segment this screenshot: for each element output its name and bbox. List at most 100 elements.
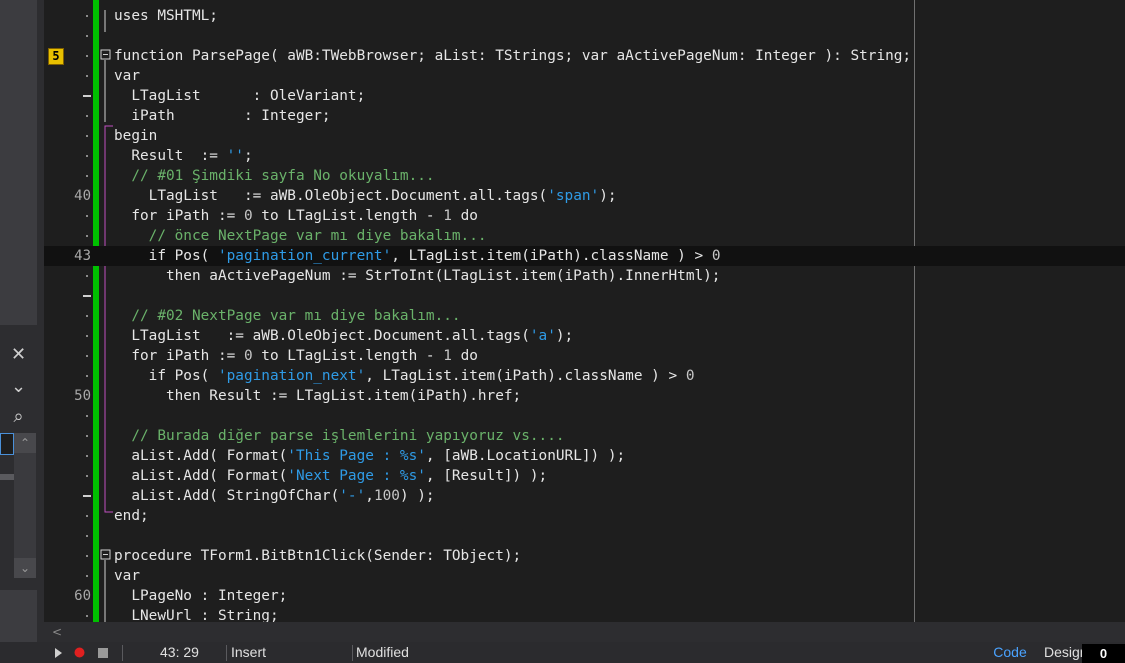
- code-line[interactable]: then aActivePageNum := StrToInt(LTagList…: [44, 266, 1125, 286]
- code-line[interactable]: procedure TForm1.BitBtn1Click(Sender: TO…: [44, 546, 1125, 566]
- insert-mode[interactable]: Insert: [231, 642, 266, 663]
- code-text: var: [114, 568, 140, 584]
- gutter-dash: [83, 95, 91, 97]
- gutter-dot: [86, 135, 88, 137]
- status-separator: [352, 645, 353, 661]
- code-line[interactable]: var: [44, 66, 1125, 86]
- code-line[interactable]: 40 LTagList := aWB.OleObject.Document.al…: [44, 186, 1125, 206]
- panel-scrollbar[interactable]: [14, 433, 36, 578]
- gutter-dot: [86, 475, 88, 477]
- code-text: aList.Add( Format('Next Page : %s', [Res…: [114, 468, 548, 484]
- code-line[interactable]: begin: [44, 126, 1125, 146]
- scroll-up-button[interactable]: ⌃: [14, 433, 36, 453]
- code-line[interactable]: LTagList := aWB.OleObject.Document.all.t…: [44, 326, 1125, 346]
- gutter-dot: [86, 235, 88, 237]
- code-line[interactable]: uses MSHTML;: [44, 6, 1125, 26]
- code-editor[interactable]: uses MSHTML; 5 function ParsePage( aWB:T…: [44, 0, 1125, 622]
- code-line[interactable]: for iPath := 0 to LTagList.length - 1 do: [44, 206, 1125, 226]
- code-text: Result := '';: [114, 148, 253, 164]
- code-comment: // önce NextPage var mı diye bakalım...: [114, 228, 487, 244]
- cursor-position: 43: 29: [160, 644, 199, 660]
- code-line[interactable]: for iPath := 0 to LTagList.length - 1 do: [44, 346, 1125, 366]
- search-icon[interactable]: ⌕: [0, 402, 37, 432]
- search-input[interactable]: [0, 433, 14, 455]
- code-comment: // #01 Şimdiki sayfa No okuyalım...: [114, 168, 435, 184]
- code-text: procedure TForm1.BitBtn1Click(Sender: TO…: [114, 548, 522, 564]
- horizontal-scrollbar[interactable]: <: [44, 622, 1125, 642]
- code-comment: // #02 NextPage var mı diye bakalım...: [114, 308, 461, 324]
- line-number: 40: [74, 188, 91, 204]
- code-line[interactable]: end;: [44, 506, 1125, 526]
- play-icon[interactable]: [52, 647, 64, 659]
- code-line[interactable]: LNewUrl : String;: [44, 606, 1125, 622]
- code-line[interactable]: iPath : Integer;: [44, 106, 1125, 126]
- code-line-current[interactable]: 43 if Pos( 'pagination_current', LTagLis…: [44, 246, 1125, 266]
- gutter-dot: [86, 315, 88, 317]
- code-line[interactable]: aList.Add( StringOfChar('-',100) );: [44, 486, 1125, 506]
- code-text: if Pos( 'pagination_current', LTagList.i…: [114, 248, 721, 264]
- modified-status: Modified: [356, 644, 409, 660]
- status-bar: 43: 29 Insert Modified Code Design 0: [0, 642, 1125, 663]
- code-text: iPath : Integer;: [114, 108, 331, 124]
- gutter-dot: [86, 555, 88, 557]
- gutter-dot: [86, 435, 88, 437]
- code-text: begin: [114, 128, 158, 144]
- gutter-dot: [86, 355, 88, 357]
- code-line[interactable]: // Burada diğer parse işlemlerini yapıyo…: [44, 426, 1125, 446]
- code-text: aList.Add( Format('This Page : %s', [aWB…: [114, 448, 626, 464]
- left-dock-panel: ✕ ⌄ ⌕ ⌃ ⌄: [0, 0, 44, 663]
- code-line[interactable]: aList.Add( Format('Next Page : %s', [Res…: [44, 466, 1125, 486]
- code-line[interactable]: [44, 406, 1125, 426]
- code-line[interactable]: 5 function ParsePage( aWB:TWebBrowser; a…: [44, 46, 1125, 66]
- gutter-dot: [86, 415, 88, 417]
- code-line[interactable]: if Pos( 'pagination_next', LTagList.item…: [44, 366, 1125, 386]
- stop-icon[interactable]: [97, 647, 109, 659]
- tab-design[interactable]: Design: [1044, 642, 1084, 663]
- tab-code[interactable]: Code: [986, 642, 1034, 663]
- gutter-dot: [86, 35, 88, 37]
- gutter-dot: [86, 375, 88, 377]
- code-text: for iPath := 0 to LTagList.length - 1 do: [114, 208, 478, 224]
- code-text: LTagList := aWB.OleObject.Document.all.t…: [114, 328, 574, 344]
- code-line[interactable]: var: [44, 566, 1125, 586]
- code-text: uses MSHTML;: [114, 8, 218, 24]
- gutter-dot: [86, 15, 88, 17]
- code-text: var: [114, 68, 140, 84]
- gutter-dash: [83, 295, 91, 297]
- gutter-dot: [86, 515, 88, 517]
- close-icon[interactable]: ✕: [0, 340, 37, 370]
- code-line[interactable]: [44, 526, 1125, 546]
- gutter-dot: [86, 55, 88, 57]
- gutter-dot: [86, 215, 88, 217]
- code-line[interactable]: // #01 Şimdiki sayfa No okuyalım...: [44, 166, 1125, 186]
- scroll-down-button[interactable]: ⌄: [14, 558, 36, 578]
- code-text: for iPath := 0 to LTagList.length - 1 do: [114, 348, 478, 364]
- code-line[interactable]: Result := '';: [44, 146, 1125, 166]
- status-separator: [122, 645, 123, 661]
- record-icon[interactable]: [73, 646, 86, 659]
- code-text: LTagList : OleVariant;: [114, 88, 366, 104]
- code-text: end;: [114, 508, 149, 524]
- code-text: then aActivePageNum := StrToInt(LTagList…: [114, 268, 721, 284]
- panel-splitter[interactable]: [0, 474, 14, 480]
- code-text: aList.Add( StringOfChar('-',100) );: [114, 488, 435, 504]
- bookmark-icon[interactable]: 5: [48, 48, 64, 65]
- chevron-down-icon[interactable]: ⌄: [0, 372, 37, 402]
- code-line[interactable]: // #02 NextPage var mı diye bakalım...: [44, 306, 1125, 326]
- status-separator: [226, 645, 227, 661]
- code-text: LNewUrl : String;: [114, 608, 279, 622]
- code-line[interactable]: [44, 26, 1125, 46]
- code-line[interactable]: 60 LPageNo : Integer;: [44, 586, 1125, 606]
- code-line[interactable]: // önce NextPage var mı diye bakalım...: [44, 226, 1125, 246]
- chevron-left-icon[interactable]: <: [52, 622, 62, 642]
- gutter-dot: [86, 575, 88, 577]
- line-number: 50: [74, 388, 91, 404]
- code-text: function ParsePage( aWB:TWebBrowser; aLi…: [114, 48, 912, 64]
- code-text: if Pos( 'pagination_next', LTagList.item…: [114, 368, 695, 384]
- code-line[interactable]: [44, 286, 1125, 306]
- code-line[interactable]: LTagList : OleVariant;: [44, 86, 1125, 106]
- gutter-dot: [86, 455, 88, 457]
- code-comment: // Burada diğer parse işlemlerini yapıyo…: [114, 428, 565, 444]
- code-line[interactable]: aList.Add( Format('This Page : %s', [aWB…: [44, 446, 1125, 466]
- code-line[interactable]: 50 then Result := LTagList.item(iPath).h…: [44, 386, 1125, 406]
